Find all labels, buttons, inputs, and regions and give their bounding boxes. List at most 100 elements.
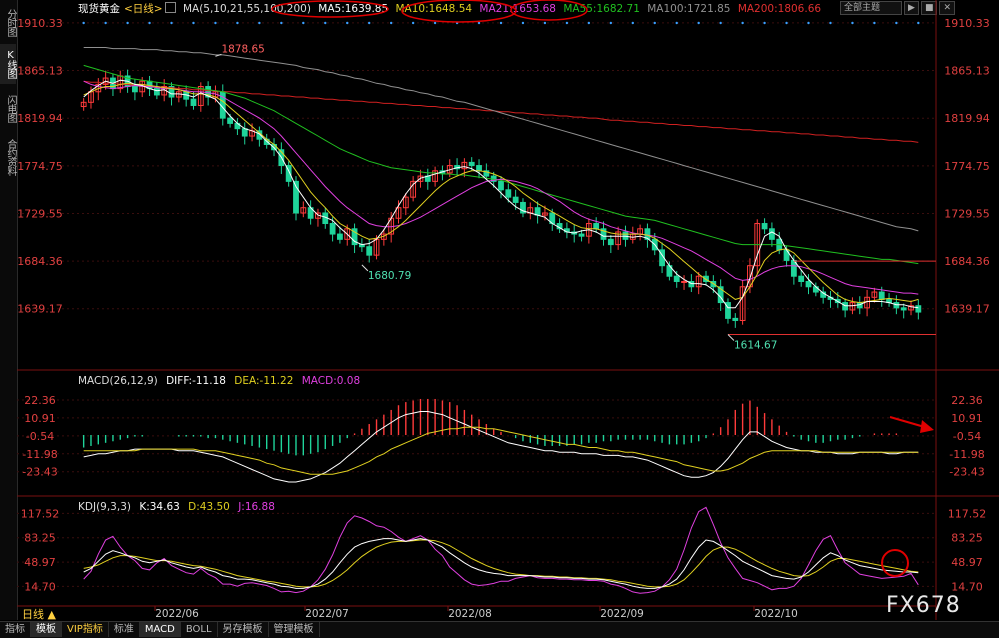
highlight-ellipse [271,0,389,18]
arrow-head-icon [920,420,934,433]
y-tick-label-right: 1774.75 [944,160,990,173]
candle-body [593,223,600,230]
event-marker [873,21,876,25]
candle-body [878,291,885,300]
y-tick-label-left: 14.70 [24,580,56,593]
ma200-line [83,80,919,143]
y-tick-label-left: 1819.94 [17,112,63,125]
event-marker [895,21,898,25]
event-marker [719,21,722,25]
candle-body [505,189,512,198]
event-marker [82,21,85,25]
event-marker [521,21,525,25]
kdj-j-line [83,506,919,594]
y-tick-label-right: 22.36 [951,394,983,407]
event-marker [785,21,788,25]
candle-body [337,233,343,240]
y-tick-label-right: 14.70 [951,580,983,593]
candle-body [534,207,541,216]
tab-macd[interactable]: MACD [139,622,181,637]
candle-body [476,165,482,172]
y-tick-label-left: 1639.17 [17,303,63,316]
y-tick-label-right: 117.52 [948,507,987,520]
y-tick-label-right: 1865.13 [944,65,990,78]
event-marker [477,21,481,25]
event-marker [587,21,591,25]
event-marker [280,21,283,25]
event-marker [851,21,854,25]
y-tick-label-right: 1910.33 [944,17,990,30]
candle-body [622,231,629,240]
event-marker [324,21,327,25]
event-marker [499,21,503,25]
candle-body [805,280,812,288]
event-marker [126,21,129,25]
x-tick-label: 2022/07 [305,608,349,620]
watermark-logo: FX678 [886,593,961,618]
candle-body [498,180,504,191]
x-tick-label: 2022/06 [155,608,199,620]
event-marker [565,21,569,25]
tab-vip-indicator[interactable]: VIP指标 [62,622,109,637]
candle-body [732,317,739,321]
event-marker [763,21,766,25]
candle-body [153,88,160,96]
annotation-label: 1878.65 [221,43,264,55]
event-marker [411,21,415,25]
event-marker [214,21,217,25]
ma100-line [83,47,919,232]
y-tick-label-right: 1639.17 [944,303,990,316]
period-selector[interactable]: 日线 ▲ [22,606,56,622]
candle-body [681,280,687,283]
candle-body [915,305,922,313]
candle-body [812,286,819,293]
y-tick-label-left: 1729.55 [17,207,63,220]
tab-manage-template[interactable]: 管理模板 [269,622,320,637]
event-marker [170,21,173,25]
kdj-d-line [83,539,919,588]
y-tick-label-left: 10.91 [24,412,56,425]
candle-body [241,128,248,137]
y-tick-label-right: 48.97 [951,556,983,569]
candle-body [329,223,336,235]
event-marker [917,21,920,25]
highlight-circle [881,549,909,577]
candle-body [190,98,197,106]
event-marker [192,21,195,25]
event-marker [368,21,371,25]
event-marker [104,21,107,25]
y-tick-label-left: 48.97 [24,556,56,569]
event-marker [433,21,437,25]
tab-template[interactable]: 模板 [31,622,62,637]
event-marker [346,21,349,25]
event-marker [609,21,613,25]
event-marker [741,21,744,25]
candle-body [769,228,775,240]
candle-body [798,275,805,282]
candle-body [607,238,614,246]
bottom-toolbar: 指标 模板 VIP指标 标准 MACD BOLL 另存模板 管理模板 [0,621,999,638]
candle-body [761,223,768,230]
x-tick-label: 2022/08 [448,608,492,620]
y-tick-label-right: -0.54 [953,430,981,443]
tab-indicator[interactable]: 指标 [0,622,31,637]
event-marker [829,21,832,25]
y-tick-label-right: -11.98 [949,448,984,461]
tab-standard[interactable]: 标准 [109,622,140,637]
y-tick-label-right: 1819.94 [944,112,990,125]
y-tick-label-left: -23.43 [22,466,57,479]
chart-canvas[interactable]: 1910.33 1910.33 1865.13 1865.13 1819.94 1819.… [0,0,999,637]
y-tick-label-left: 1865.13 [17,65,63,78]
annotation-label: 1614.67 [734,340,777,352]
candle-body [132,86,138,93]
y-tick-label-left: 83.25 [24,532,56,545]
y-tick-label-right: 1684.36 [944,255,990,268]
tab-boll[interactable]: BOLL [181,622,218,637]
tab-save-template[interactable]: 另存模板 [218,622,269,637]
event-marker [302,21,305,25]
highlight-ellipse [401,0,517,23]
annotation-label: 1680.79 [368,270,411,282]
candle-body [512,196,519,203]
x-tick-label: 2022/09 [600,608,644,620]
event-marker [807,21,810,25]
